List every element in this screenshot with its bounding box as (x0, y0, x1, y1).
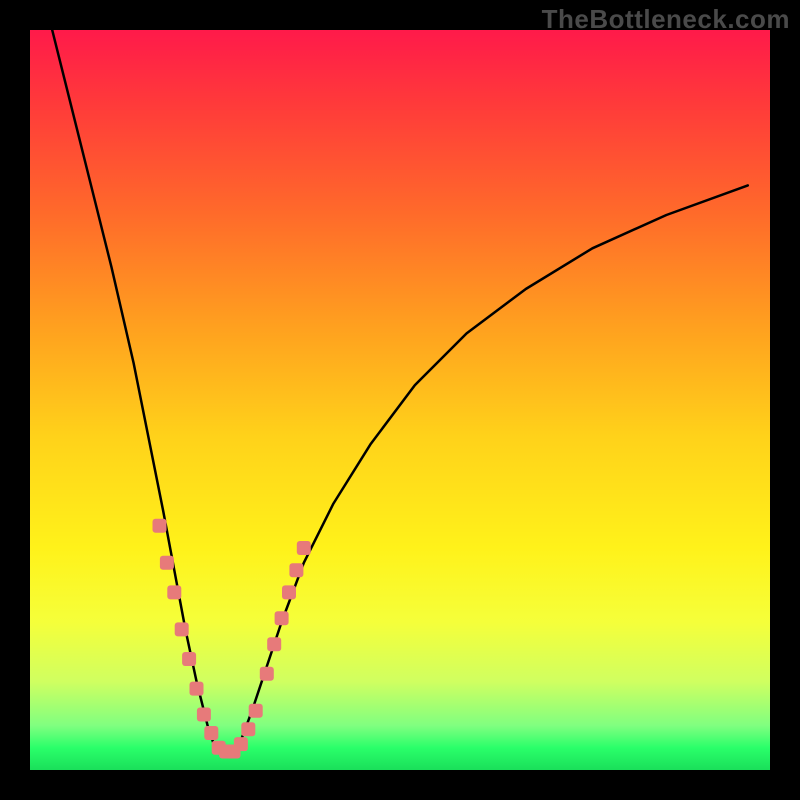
data-marker (190, 682, 204, 696)
data-marker (249, 704, 263, 718)
data-marker (275, 611, 289, 625)
data-marker (260, 667, 274, 681)
data-marker (167, 585, 181, 599)
data-marker (267, 637, 281, 651)
data-marker (153, 519, 167, 533)
bottleneck-curve (52, 30, 748, 755)
data-marker (297, 541, 311, 555)
data-marker (241, 722, 255, 736)
data-marker (282, 585, 296, 599)
data-marker (204, 726, 218, 740)
chart-frame: TheBottleneck.com (0, 0, 800, 800)
curve-overlay (30, 30, 770, 770)
data-marker (197, 708, 211, 722)
plot-area (30, 30, 770, 770)
data-marker (175, 622, 189, 636)
data-marker (234, 737, 248, 751)
data-marker (182, 652, 196, 666)
data-marker (160, 556, 174, 570)
data-marker (289, 563, 303, 577)
